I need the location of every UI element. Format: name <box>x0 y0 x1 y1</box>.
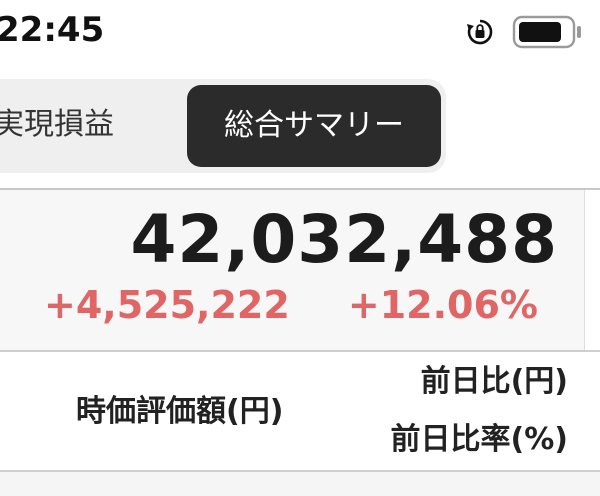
tab-total-summary[interactable]: 総合サマリー <box>187 85 441 167</box>
tab-realized-profit[interactable]: 実現損益 <box>0 105 114 145</box>
battery-icon <box>512 15 581 49</box>
column-header-prev-diff-rate: 前日比率(%) <box>390 422 568 457</box>
change-percent: +12.06% <box>347 283 538 327</box>
status-time: 22:45 <box>0 10 105 50</box>
list-area <box>0 472 600 496</box>
rotation-lock-icon <box>467 19 493 45</box>
change-amount: +4,525,222 <box>44 283 290 327</box>
tab-total-summary-label: 総合サマリー <box>224 108 404 143</box>
column-header-market-value: 時価評価額(円) <box>76 394 284 429</box>
column-header-prev-diff: 前日比(円) <box>420 364 568 399</box>
status-bar: 22:45 <box>0 0 600 62</box>
total-market-value: 42,032,488 <box>130 201 558 278</box>
